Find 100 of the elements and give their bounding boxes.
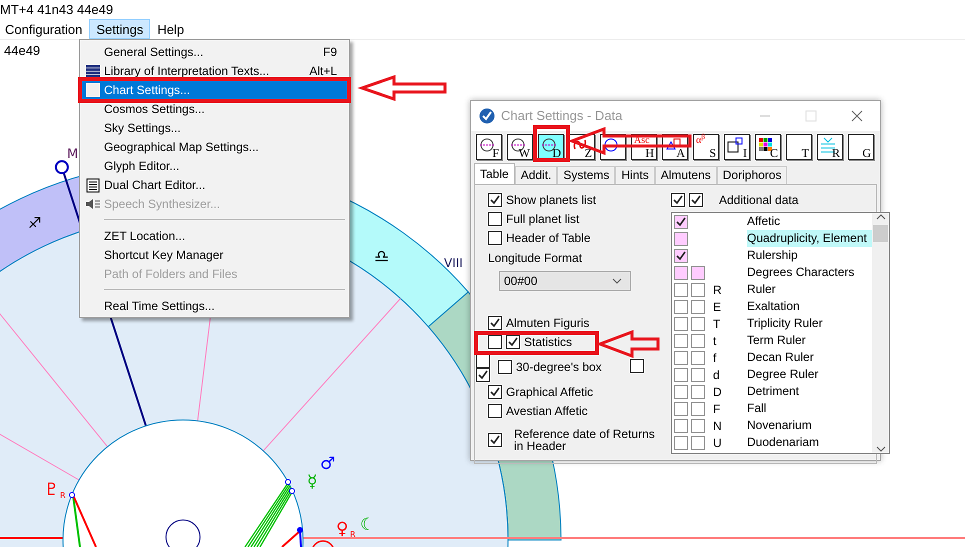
tab[interactable]: Addit. xyxy=(514,166,558,184)
toolbar-button[interactable]: R xyxy=(817,134,843,160)
scrollbar[interactable] xyxy=(872,213,889,453)
list-item[interactable]: Exaltation xyxy=(747,298,872,315)
toolbar-button[interactable]: D xyxy=(538,134,564,160)
blank-icon xyxy=(85,82,101,98)
checkbox[interactable] xyxy=(498,360,512,374)
checkbox[interactable] xyxy=(488,316,502,330)
list-item[interactable]: Affetic xyxy=(747,213,872,230)
menu-item[interactable]: Sky Settings... xyxy=(82,118,347,137)
toolbar-button[interactable]: T xyxy=(786,134,812,160)
checkbox[interactable] xyxy=(691,316,705,330)
checkbox[interactable] xyxy=(691,402,705,416)
checkbox[interactable] xyxy=(488,334,502,348)
toolbar-button[interactable]: α$^{β}$ S xyxy=(693,134,719,160)
checkbox[interactable] xyxy=(488,212,502,226)
longitude-format-select[interactable]: 00#00 xyxy=(499,271,631,291)
tab[interactable]: Almutens xyxy=(654,166,717,184)
planet-glyph: ♀ xyxy=(336,519,348,539)
checkbox[interactable] xyxy=(674,350,688,364)
axis-label: M xyxy=(67,147,78,162)
checkbox[interactable] xyxy=(674,334,688,348)
checkbox[interactable] xyxy=(488,384,502,398)
checkbox[interactable] xyxy=(674,418,688,432)
checkbox[interactable] xyxy=(674,368,688,382)
checkbox[interactable] xyxy=(691,368,705,382)
checkbox[interactable] xyxy=(674,266,688,280)
checkbox[interactable] xyxy=(488,433,502,447)
checkbox[interactable] xyxy=(691,384,705,398)
checkbox[interactable] xyxy=(476,368,490,382)
button-letter: I xyxy=(743,147,747,159)
list-item[interactable]: Duodenariam xyxy=(747,434,872,451)
toolbar-button[interactable]: W xyxy=(507,134,533,160)
checkbox[interactable] xyxy=(691,282,705,296)
checkbox[interactable] xyxy=(674,282,688,296)
menu-item[interactable]: Geographical Map Settings... xyxy=(82,137,347,156)
toolbar-button[interactable]: I xyxy=(724,134,750,160)
list-item[interactable]: Novenarium xyxy=(747,417,872,434)
toolbar-button[interactable]: F xyxy=(476,134,502,160)
checkbox[interactable] xyxy=(691,350,705,364)
tab[interactable]: Table xyxy=(474,163,515,184)
checkbox[interactable] xyxy=(488,404,502,418)
menu-item[interactable]: Dual Chart Editor... xyxy=(82,175,347,194)
checkbox[interactable] xyxy=(674,300,688,314)
menu-item[interactable]: Shortcut Key Manager xyxy=(82,245,347,264)
list-item[interactable]: Detriment xyxy=(747,383,872,400)
checkbox[interactable] xyxy=(674,316,688,330)
checkbox[interactable] xyxy=(506,334,520,348)
retrograde-mark: R xyxy=(60,491,66,500)
menu-item[interactable]: Glyph Editor... xyxy=(82,156,347,175)
checkbox[interactable] xyxy=(674,214,688,228)
menu-item[interactable]: Help xyxy=(150,19,192,39)
row-code: t xyxy=(712,332,718,350)
menu-item[interactable]: Settings xyxy=(89,19,150,39)
checkbox[interactable] xyxy=(476,354,490,368)
tab[interactable]: Systems xyxy=(557,166,616,184)
list-item[interactable]: Term Ruler xyxy=(747,332,872,349)
checkbox-label: Full planet list xyxy=(506,210,580,228)
tab[interactable]: Doriphoros xyxy=(716,166,788,184)
checkbox[interactable] xyxy=(674,248,688,262)
list-item[interactable]: Decan Ruler xyxy=(747,349,872,366)
checkbox[interactable] xyxy=(689,193,703,207)
checkbox[interactable] xyxy=(671,193,685,207)
checkbox[interactable] xyxy=(691,436,705,450)
menu-item[interactable]: Configuration xyxy=(0,19,90,39)
checkbox[interactable] xyxy=(488,230,502,244)
menu-item[interactable]: Real Time Settings... xyxy=(82,296,347,315)
scroll-down-icon xyxy=(876,445,886,453)
menu-item[interactable]: ZET Location... xyxy=(82,226,347,245)
list-item[interactable]: Degree Ruler xyxy=(747,366,872,383)
toolbar-button[interactable]: C xyxy=(755,134,781,160)
row-code: U xyxy=(712,434,723,452)
checkbox[interactable] xyxy=(674,436,688,450)
list-item[interactable]: Degrees Characters xyxy=(747,264,872,281)
checkbox[interactable] xyxy=(691,334,705,348)
toolbar-button[interactable]: G xyxy=(848,134,874,160)
scroll-up-icon xyxy=(876,213,886,221)
checkbox[interactable] xyxy=(488,192,502,206)
menu-item[interactable]: Library of Interpretation Texts... Alt+L xyxy=(82,61,347,80)
checkbox[interactable] xyxy=(630,359,644,373)
list-item[interactable]: Quadruplicity, Element xyxy=(747,230,872,247)
checkbox[interactable] xyxy=(691,266,705,280)
scroll-thumb[interactable] xyxy=(873,225,888,242)
coordinates-text: 44e49 xyxy=(4,42,40,60)
window-title: Chart Settings - Data xyxy=(501,107,624,126)
checkbox[interactable] xyxy=(674,384,688,398)
list-item[interactable]: Ruler xyxy=(747,281,872,298)
checkbox[interactable] xyxy=(674,402,688,416)
checkbox[interactable] xyxy=(691,418,705,432)
menu-item[interactable]: General Settings... F9 xyxy=(82,42,347,61)
caret-icon xyxy=(612,278,622,284)
retrograde-mark: R xyxy=(350,530,356,539)
menu-item[interactable]: Chart Settings... xyxy=(82,80,347,99)
menu-item[interactable]: Cosmos Settings... xyxy=(82,99,347,118)
list-item[interactable]: Triplicity Ruler xyxy=(747,315,872,332)
list-item[interactable]: Rulership xyxy=(747,247,872,264)
list-item[interactable]: Fall xyxy=(747,400,872,417)
tab[interactable]: Hints xyxy=(615,166,655,184)
checkbox[interactable] xyxy=(691,300,705,314)
checkbox[interactable] xyxy=(674,232,688,246)
